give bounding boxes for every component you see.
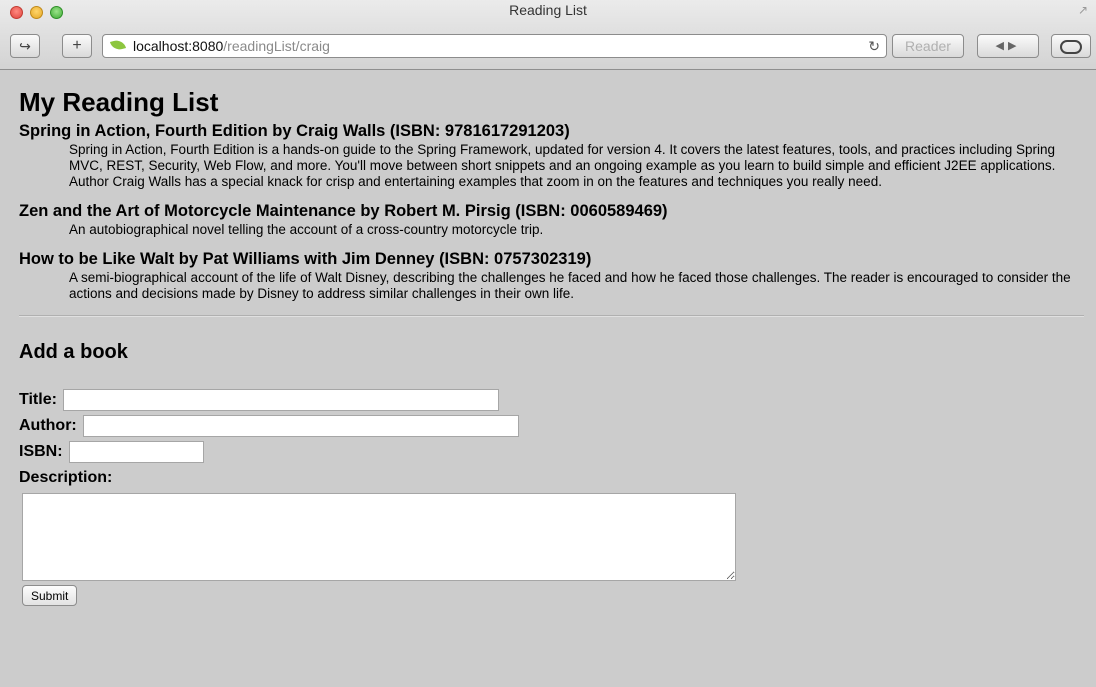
url-text: localhost:8080/readingList/craig	[133, 35, 330, 57]
book-heading: Spring in Action, Fourth Edition by Crai…	[19, 122, 570, 140]
submit-button[interactable]: Submit	[22, 585, 78, 606]
add-book-heading: Add a book	[19, 341, 128, 363]
description-label: Description:	[19, 469, 113, 486]
icloud-tabs-button[interactable]	[1051, 34, 1091, 58]
plus-icon: +	[72, 37, 82, 54]
author-label: Author:	[19, 417, 77, 434]
browser-chrome: Reading List ↗ ↪ + localhost:8080/readin…	[0, 0, 1096, 70]
title-row: Title:	[19, 387, 1084, 413]
browser-window: Reading List ↗ ↪ + localhost:8080/readin…	[0, 0, 1096, 687]
address-bar[interactable]: localhost:8080/readingList/craig ↻	[102, 34, 887, 58]
section-divider	[19, 315, 1084, 317]
page-content: My Reading List Spring in Action, Fourth…	[0, 70, 1096, 687]
isbn-label: ISBN:	[19, 443, 63, 460]
author-input[interactable]	[82, 415, 519, 437]
share-button[interactable]: ↪	[10, 34, 40, 58]
site-favicon-icon	[109, 38, 127, 52]
isbn-row: ISBN:	[19, 439, 1084, 465]
description-row: Description:	[19, 465, 1084, 491]
back-forward-buttons[interactable]: ◀▶	[977, 34, 1039, 58]
book-entry: How to be Like Walt by Pat Williams with…	[19, 250, 1084, 302]
book-heading: How to be Like Walt by Pat Williams with…	[19, 250, 592, 268]
book-entry: Zen and the Art of Motorcycle Maintenanc…	[19, 202, 1084, 238]
page-title: My Reading List	[19, 87, 219, 117]
url-host: localhost:8080	[133, 38, 224, 54]
book-description: Spring in Action, Fourth Edition is a ha…	[69, 142, 1056, 189]
isbn-input[interactable]	[68, 441, 204, 463]
reload-icon[interactable]: ↻	[868, 35, 880, 57]
back-icon[interactable]: ◀	[996, 40, 1008, 52]
book-entry: Spring in Action, Fourth Edition by Crai…	[19, 122, 1084, 190]
forward-icon[interactable]: ▶	[1008, 40, 1020, 52]
window-title: Reading List	[509, 2, 587, 18]
share-icon: ↪	[19, 38, 31, 54]
reader-button[interactable]: Reader	[892, 34, 964, 58]
book-description: A semi-biographical account of the life …	[69, 270, 1071, 301]
book-heading: Zen and the Art of Motorcycle Maintenanc…	[19, 202, 668, 220]
title-input[interactable]	[62, 389, 499, 411]
cloud-icon	[1060, 40, 1082, 54]
url-path: /readingList/craig	[223, 38, 330, 54]
description-textarea[interactable]	[22, 493, 736, 581]
book-description: An autobiographical novel telling the ac…	[69, 222, 544, 237]
add-book-form: Title: Author: ISBN: Description: Submit	[19, 387, 1084, 606]
fullscreen-icon[interactable]: ↗	[1078, 3, 1088, 17]
add-bookmark-button[interactable]: +	[62, 34, 92, 58]
title-label: Title:	[19, 391, 57, 408]
author-row: Author:	[19, 413, 1084, 439]
